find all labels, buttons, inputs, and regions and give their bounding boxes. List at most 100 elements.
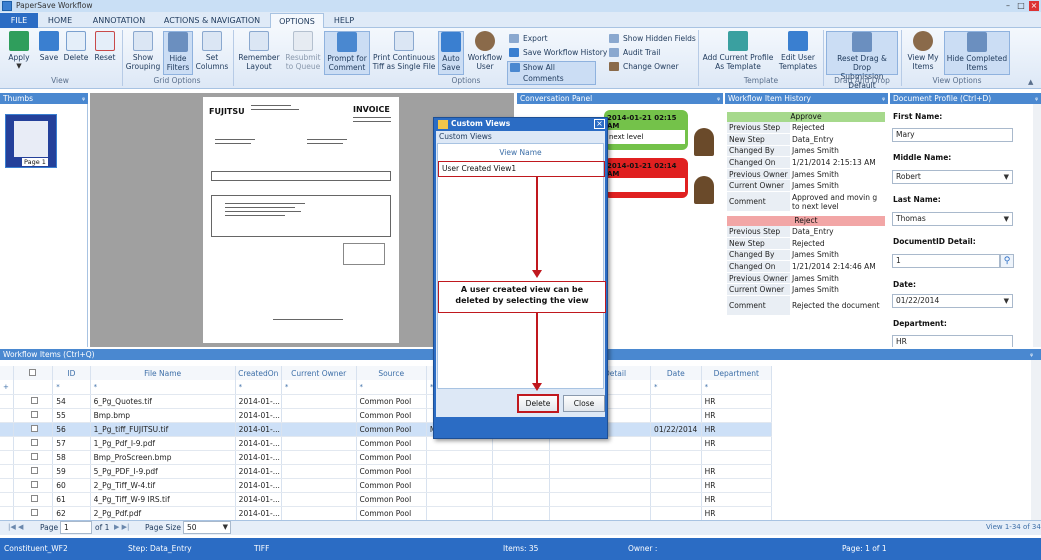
- first-name-field[interactable]: Mary: [892, 128, 1013, 142]
- view-row-user-created[interactable]: User Created View1: [438, 161, 605, 177]
- pin-icon[interactable]: ᵩ: [882, 93, 885, 104]
- table-row[interactable]: 58 Bmp_ProScreen.bmp 2014-01-... Common Poo…: [0, 450, 773, 465]
- first-page-icon[interactable]: |◀ ◀: [8, 523, 23, 531]
- table-row[interactable]: 59 5_Pg_PDF_I-9.pdf 2014-01-... Common Pool…: [0, 464, 773, 479]
- row-select[interactable]: [13, 422, 54, 437]
- save-button[interactable]: Save: [37, 31, 61, 62]
- date-picker[interactable]: 01/22/2014 ▼: [892, 294, 1013, 308]
- docid-field[interactable]: 1: [892, 254, 1000, 268]
- table-row[interactable]: 62 2_Pg_Pdf.pdf 2014-01-... Common Pool HR: [0, 506, 773, 521]
- row-checkbox[interactable]: [30, 466, 38, 474]
- hide-completed-items-button[interactable]: Hide Completed Items: [944, 31, 1010, 75]
- row-checkbox[interactable]: [30, 480, 38, 488]
- select-all-header[interactable]: [13, 366, 54, 380]
- audit-trail-button[interactable]: Audit Trail: [609, 47, 660, 58]
- table-row[interactable]: 56 1_Pg_tiff_FUJITSU.tif 2014-01-... Common…: [0, 422, 773, 437]
- save-workflow-history-button[interactable]: Save Workflow History: [509, 47, 607, 58]
- row-select[interactable]: [13, 394, 54, 409]
- hide-filters-button[interactable]: Hide Filters: [163, 31, 193, 75]
- pin-icon[interactable]: ᵩ: [82, 93, 85, 104]
- menu-file[interactable]: FILE: [0, 13, 38, 28]
- column-header[interactable]: File Name: [90, 366, 236, 380]
- apply-button[interactable]: Apply ▼: [4, 31, 34, 71]
- workitems-scrollbar[interactable]: [1031, 360, 1041, 520]
- minimize-button[interactable]: –: [1003, 1, 1013, 11]
- row-select[interactable]: [13, 436, 54, 451]
- close-button[interactable]: ×: [1029, 1, 1039, 11]
- search-icon[interactable]: ⚲: [1000, 254, 1014, 268]
- row-select[interactable]: [13, 506, 54, 521]
- show-hidden-fields-button[interactable]: Show Hidden Fields: [609, 33, 696, 44]
- menu-actions-navigation[interactable]: ACTIONS & NAVIGATION: [158, 13, 266, 28]
- middle-name-select[interactable]: Robert ▼: [892, 170, 1013, 184]
- menu-help[interactable]: HELP: [326, 13, 362, 28]
- dialog-tab[interactable]: Custom Views: [439, 132, 492, 141]
- row-checkbox[interactable]: [30, 438, 38, 446]
- close-button[interactable]: Close: [563, 395, 605, 412]
- row-checkbox[interactable]: [30, 424, 38, 432]
- filter-cell[interactable]: *: [701, 380, 773, 395]
- delete-button[interactable]: Delete: [63, 31, 89, 62]
- profile-scrollbar[interactable]: [1033, 104, 1041, 347]
- reset-drag-drop-button[interactable]: Reset Drag & Drop Submission Default: [826, 31, 898, 90]
- column-header[interactable]: CreatedOn: [235, 366, 282, 380]
- menu-home[interactable]: HOME: [40, 13, 80, 28]
- view-my-items-button[interactable]: View My Items: [904, 31, 942, 71]
- row-select[interactable]: [13, 492, 54, 507]
- column-header[interactable]: Date: [650, 366, 702, 380]
- print-continuous-button[interactable]: Print Continuous Tiff as Single File: [372, 31, 436, 71]
- column-header[interactable]: Current Owner: [281, 366, 357, 380]
- row-checkbox[interactable]: [30, 494, 38, 502]
- select-all-checkbox[interactable]: [29, 368, 37, 376]
- menu-options[interactable]: OPTIONS: [270, 13, 324, 28]
- remember-layout-button[interactable]: Remember Layout: [236, 31, 282, 71]
- table-row[interactable]: 60 2_Pg_Tiff_W-4.tif 2014-01-... Common Poo…: [0, 478, 773, 493]
- department-field[interactable]: HR: [892, 335, 1013, 347]
- row-select[interactable]: [13, 464, 54, 479]
- menu-annotation[interactable]: ANNOTATION: [84, 13, 154, 28]
- edit-templates-button[interactable]: Edit User Templates: [776, 31, 820, 71]
- row-checkbox[interactable]: [30, 396, 38, 404]
- column-header[interactable]: ID: [52, 366, 91, 380]
- filter-cell[interactable]: *: [90, 380, 236, 395]
- row-select[interactable]: [13, 478, 54, 493]
- change-owner-button[interactable]: Change Owner: [609, 61, 679, 72]
- pin-icon[interactable]: ᵩ: [1035, 93, 1038, 104]
- table-cell: 2014-01-...: [235, 492, 282, 507]
- row-select[interactable]: [13, 408, 54, 423]
- column-header[interactable]: Department: [701, 366, 773, 380]
- filter-cell[interactable]: *: [356, 380, 427, 395]
- auto-save-button[interactable]: Auto Save: [438, 31, 464, 75]
- show-grouping-button[interactable]: Show Grouping: [124, 31, 162, 71]
- maximize-button[interactable]: □: [1016, 1, 1026, 11]
- filter-cell[interactable]: *: [235, 380, 282, 395]
- filter-cell[interactable]: *: [281, 380, 357, 395]
- dialog-close-icon[interactable]: ×: [594, 119, 605, 129]
- workflow-user-button[interactable]: Workflow User: [466, 31, 504, 71]
- set-columns-button[interactable]: Set Columns: [195, 31, 229, 71]
- column-header[interactable]: Source: [356, 366, 427, 380]
- reset-button[interactable]: Reset: [91, 31, 119, 62]
- table-row[interactable]: 55 Bmp.bmp 2014-01-... Common Pool HR: [0, 408, 773, 423]
- table-row[interactable]: 54 6_Pg_Quotes.tif 2014-01-... Common Pool H…: [0, 394, 773, 409]
- pin-icon[interactable]: ᵩ: [717, 93, 720, 104]
- row-checkbox[interactable]: [30, 508, 38, 516]
- table-row[interactable]: 57 1_Pg_Pdf_I-9.pdf 2014-01-... Common Pool…: [0, 436, 773, 451]
- table-row[interactable]: 61 4_Pg_Tiff_W-9 IRS.tif 2014-01-... Common…: [0, 492, 773, 507]
- pin-icon[interactable]: ᵩ: [1030, 349, 1033, 360]
- add-template-button[interactable]: Add Current Profile As Template: [702, 31, 774, 71]
- page-size-select[interactable]: 50 ▼: [183, 521, 231, 534]
- resubmit-button[interactable]: Resubmit to Queue: [284, 31, 322, 71]
- row-checkbox[interactable]: [30, 410, 38, 418]
- export-button[interactable]: Export: [509, 33, 548, 44]
- filter-cell[interactable]: *: [650, 380, 702, 395]
- row-checkbox[interactable]: [30, 452, 38, 460]
- delete-button[interactable]: Delete: [517, 394, 559, 413]
- collapse-ribbon-icon[interactable]: ▲: [1028, 78, 1033, 86]
- last-name-select[interactable]: Thomas ▼: [892, 212, 1013, 226]
- next-page-icon[interactable]: ▶ ▶|: [114, 523, 129, 531]
- filter-cell[interactable]: *: [52, 380, 91, 395]
- prompt-comment-button[interactable]: Prompt for Comment: [324, 31, 370, 75]
- page-input[interactable]: 1: [60, 521, 92, 534]
- row-select[interactable]: [13, 450, 54, 465]
